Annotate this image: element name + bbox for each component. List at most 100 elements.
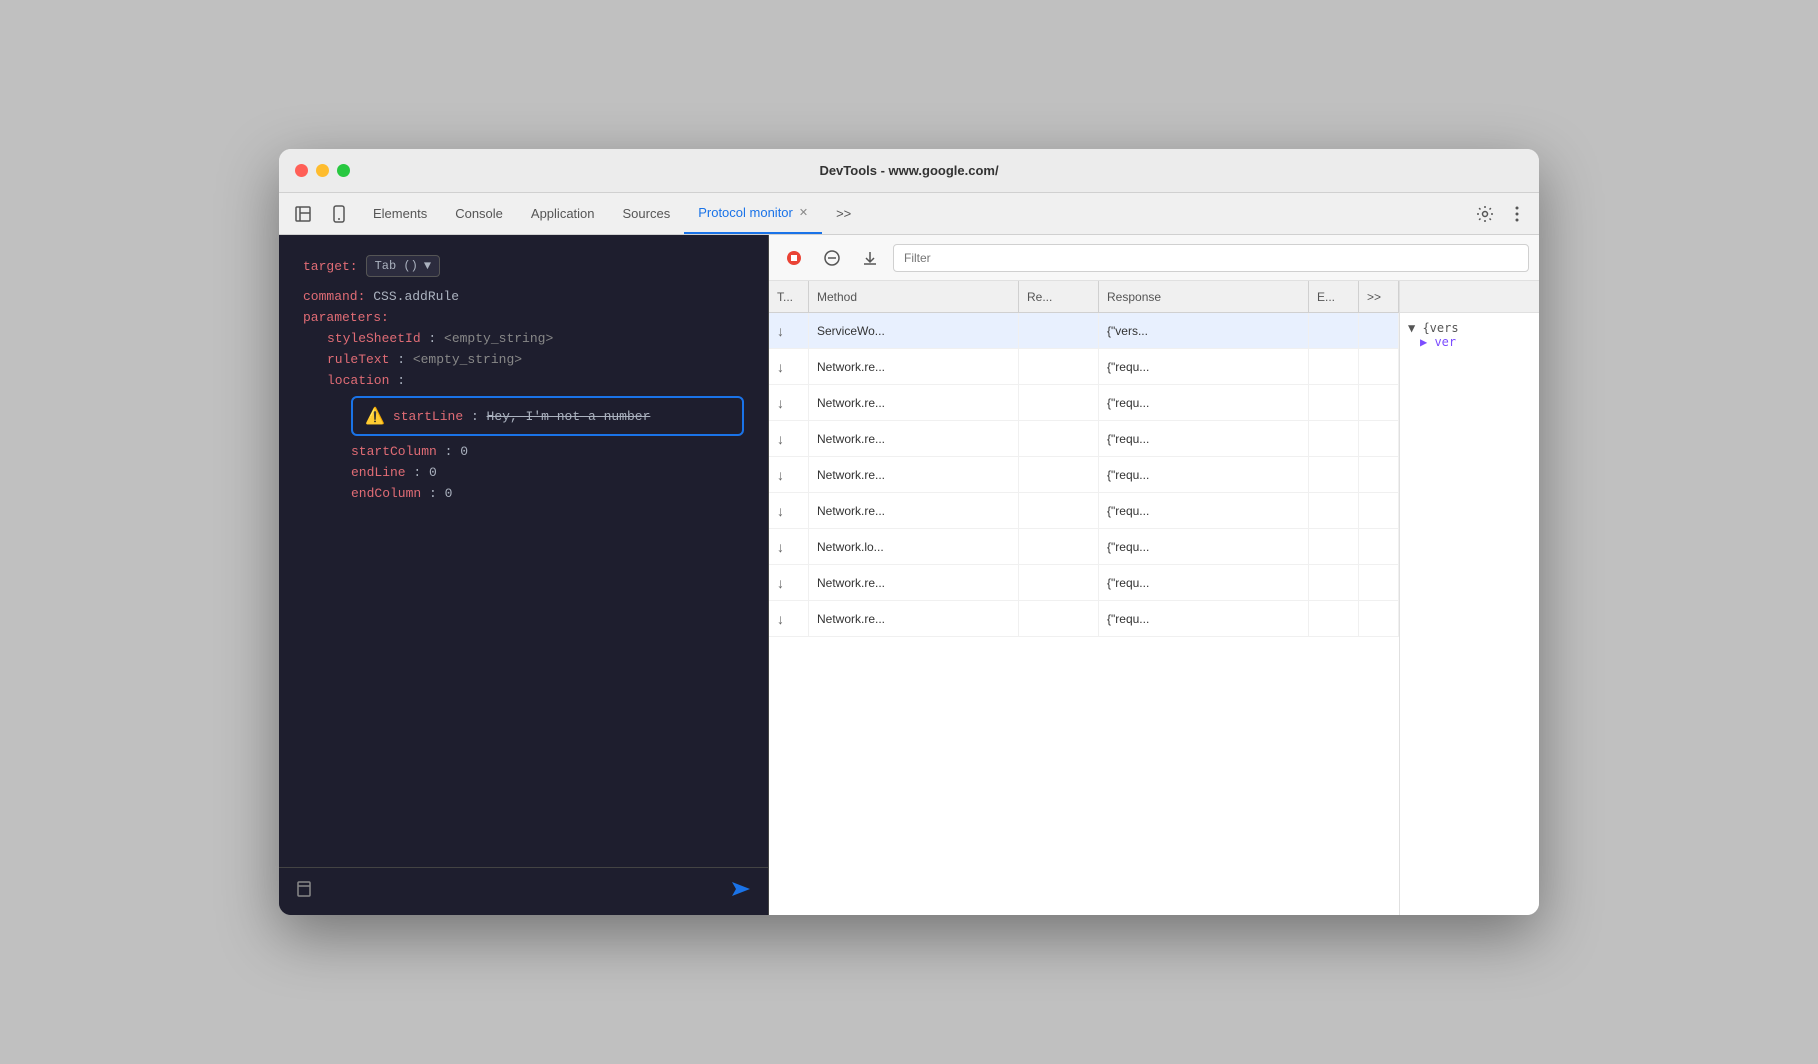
left-content: target: Tab () ▼ command: CSS.addRule pa… [279, 235, 768, 867]
sub-content-line1: ▼ {vers [1408, 321, 1531, 335]
tab-protocol-monitor[interactable]: Protocol monitor ✕ [684, 193, 822, 234]
row-response: {"requ... [1099, 385, 1309, 420]
tab-console[interactable]: Console [441, 193, 517, 234]
left-footer [279, 867, 768, 915]
table-row[interactable]: ↓ Network.lo... {"requ... [769, 529, 1399, 565]
clear-button[interactable] [817, 243, 847, 273]
row-request [1019, 601, 1099, 636]
row-response: {"requ... [1099, 349, 1309, 384]
col-request[interactable]: Re... [1019, 281, 1099, 312]
warning-icon: ⚠️ [365, 406, 385, 426]
col-type: T... [769, 281, 809, 312]
warning-row-startLine: ⚠️ startLine : Hey, I'm not a number [351, 396, 744, 436]
table-row[interactable]: ↓ Network.re... {"requ... [769, 421, 1399, 457]
row-response: {"requ... [1099, 529, 1309, 564]
row-more [1359, 565, 1399, 600]
row-more [1359, 313, 1399, 348]
col-response[interactable]: Response [1099, 281, 1309, 312]
row-method: Network.re... [809, 385, 1019, 420]
inspect-icon[interactable] [287, 198, 319, 230]
table-row[interactable]: ↓ Network.re... {"requ... [769, 565, 1399, 601]
tabs-bar-right [1471, 200, 1531, 228]
sub-panel-header [1400, 281, 1539, 313]
row-direction: ↓ [769, 493, 809, 528]
row-more [1359, 385, 1399, 420]
row-direction: ↓ [769, 313, 809, 348]
param-location: location : [303, 373, 744, 388]
tab-sources[interactable]: Sources [609, 193, 685, 234]
window-title: DevTools - www.google.com/ [819, 163, 998, 178]
row-more [1359, 493, 1399, 528]
param-startColumn: startColumn : 0 [303, 444, 744, 459]
table-row[interactable]: ↓ Network.re... {"requ... [769, 349, 1399, 385]
more-menu-button[interactable] [1503, 200, 1531, 228]
target-label: target: [303, 259, 358, 274]
command-label: command: [303, 289, 365, 304]
device-toggle-icon[interactable] [323, 198, 355, 230]
row-more [1359, 349, 1399, 384]
row-method: ServiceWo... [809, 313, 1019, 348]
table-row[interactable]: ↓ Network.re... {"requ... [769, 601, 1399, 637]
param-styleSheetId: styleSheetId : <empty_string> [303, 331, 744, 346]
row-extra [1309, 457, 1359, 492]
titlebar: DevTools - www.google.com/ [279, 149, 1539, 193]
row-extra [1309, 601, 1359, 636]
dropdown-arrow-icon: ▼ [424, 259, 431, 273]
row-request [1019, 565, 1099, 600]
row-direction: ↓ [769, 421, 809, 456]
tab-close-icon[interactable]: ✕ [799, 206, 808, 219]
table-row[interactable]: ↓ Network.re... {"requ... [769, 493, 1399, 529]
param-endLine: endLine : 0 [303, 465, 744, 480]
row-response: {"requ... [1099, 457, 1309, 492]
history-icon[interactable] [295, 880, 313, 903]
table-header: T... Method Re... Response E... [769, 281, 1399, 313]
row-extra [1309, 385, 1359, 420]
traffic-lights [295, 164, 350, 177]
table-row[interactable]: ↓ Network.re... {"requ... [769, 385, 1399, 421]
stop-recording-button[interactable] [779, 243, 809, 273]
row-extra [1309, 421, 1359, 456]
tab-more[interactable]: >> [822, 193, 865, 234]
row-extra [1309, 529, 1359, 564]
minimize-button[interactable] [316, 164, 329, 177]
row-more [1359, 601, 1399, 636]
row-request [1019, 529, 1099, 564]
target-select[interactable]: Tab () ▼ [366, 255, 440, 277]
col-method[interactable]: Method [809, 281, 1019, 312]
right-main-area: T... Method Re... Response E... [769, 281, 1539, 915]
table-body: ↓ ServiceWo... {"vers... ↓ Network.re...… [769, 313, 1399, 915]
startLine-value: Hey, I'm not a number [487, 409, 651, 424]
row-method: Network.re... [809, 421, 1019, 456]
row-extra [1309, 313, 1359, 348]
row-direction: ↓ [769, 529, 809, 564]
maximize-button[interactable] [337, 164, 350, 177]
save-button[interactable] [855, 243, 885, 273]
send-button[interactable] [730, 880, 752, 903]
row-method: Network.re... [809, 565, 1019, 600]
tab-application[interactable]: Application [517, 193, 609, 234]
tabs-bar: Elements Console Application Sources Pro… [279, 193, 1539, 235]
settings-button[interactable] [1471, 200, 1499, 228]
parameters-label: parameters: [303, 310, 389, 325]
sub-content-line2: ▶ ver [1408, 335, 1531, 349]
sub-panel-content: ▼ {vers ▶ ver [1400, 313, 1539, 915]
row-direction: ↓ [769, 601, 809, 636]
devtools-window: DevTools - www.google.com/ Elements Cons… [279, 149, 1539, 915]
row-more [1359, 529, 1399, 564]
col-more[interactable]: >> [1359, 281, 1399, 312]
row-request [1019, 457, 1099, 492]
row-direction: ↓ [769, 457, 809, 492]
table-row[interactable]: ↓ Network.re... {"requ... [769, 457, 1399, 493]
row-direction: ↓ [769, 349, 809, 384]
filter-input[interactable] [893, 244, 1529, 272]
main-content: target: Tab () ▼ command: CSS.addRule pa… [279, 235, 1539, 915]
table-row[interactable]: ↓ ServiceWo... {"vers... [769, 313, 1399, 349]
row-request [1019, 313, 1099, 348]
sub-panel: ▼ {vers ▶ ver [1399, 281, 1539, 915]
row-method: Network.lo... [809, 529, 1019, 564]
row-response: {"requ... [1099, 601, 1309, 636]
close-button[interactable] [295, 164, 308, 177]
row-direction: ↓ [769, 385, 809, 420]
col-extra[interactable]: E... [1309, 281, 1359, 312]
tab-elements[interactable]: Elements [359, 193, 441, 234]
